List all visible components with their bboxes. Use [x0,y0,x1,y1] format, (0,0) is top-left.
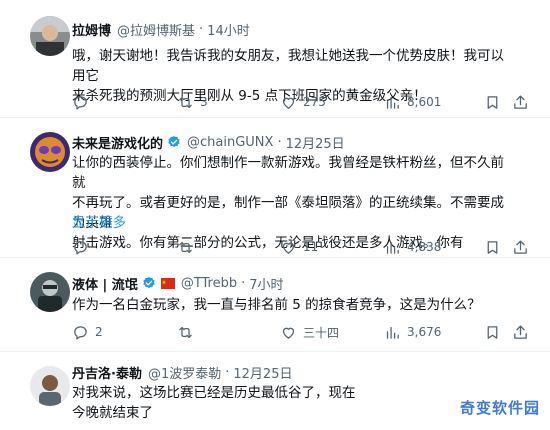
share-button[interactable] [512,322,529,342]
reply-count: 2 [95,325,103,339]
bookmark-icon [487,95,498,109]
post-text-line: 哦，谢天谢地！我告诉我的女朋友，我想让她送我一个优势皮肤！我可以用它 [72,48,504,84]
share-icon [514,94,527,109]
post-header: 液体 | 流氓 @TTrebb · 7小时 [72,273,284,293]
heart-icon [282,327,295,339]
reply-button[interactable]: 2 [72,322,103,342]
show-more-link[interactable]: 显示更多 [72,213,126,233]
repost-button[interactable] [177,237,200,257]
author-name[interactable]: 拉姆博 [72,20,111,39]
bookmark-icon [487,325,498,339]
post-text-line: 作为一名白金玩家，我一直与排名前 5 的掠食者竞争，这是为什么？ [72,297,481,313]
views-chart-icon [386,326,399,339]
reply-icon [74,95,87,110]
post-time[interactable]: 12月25日 [233,363,292,382]
avatar[interactable] [30,272,70,312]
reply-icon [74,325,87,340]
post-time[interactable]: 7小时 [249,274,283,293]
repost-button[interactable] [177,322,200,342]
share-icon [514,239,527,254]
avatar[interactable] [30,366,70,406]
share-icon [514,324,527,339]
like-button[interactable]: 三十四 [280,322,339,342]
action-bar: 2 三十四 3,676 [72,322,527,342]
share-button[interactable] [512,237,529,257]
post-text: 作为一名白金玩家，我一直与排名前 5 的掠食者竞争，这是为什么？ [72,295,512,315]
author-handle[interactable]: @chainGUNX [187,135,273,150]
author-name[interactable]: 丹吉洛·泰勒 [72,363,142,382]
post-header: 丹吉洛·泰勒 @1波罗泰勒 · 12月25日 [72,362,292,382]
like-count: 三十四 [303,325,340,340]
avatar[interactable] [30,132,70,172]
view-count: 3,676 [407,325,442,339]
post-header: 未来是游戏化的 @chainGUNX · 12月25日 [72,132,345,152]
reply-button[interactable] [72,92,95,112]
post-time[interactable]: 12月25日 [286,133,345,152]
author-handle[interactable]: @TTrebb [181,276,237,291]
share-button[interactable] [512,92,529,112]
like-count: 275 [303,95,326,109]
like-count: 11 [303,240,319,254]
avatar[interactable] [30,16,70,56]
author-name[interactable]: 未来是游戏化的 [72,133,163,152]
heart-icon [282,242,295,254]
bookmark-icon [487,240,498,254]
flag-icon [160,277,175,289]
tweet-feed: 拉姆博 @拉姆博斯基 · 14小时 哦，谢天谢地！我告诉我的女朋友，我想让她送我… [0,0,550,430]
repost-icon [179,96,192,108]
views-chart-icon [386,241,399,254]
tweet-post[interactable]: 液体 | 流氓 @TTrebb · 7小时 作为一名白金玩家，我一直与排名前 5… [0,258,550,352]
post-text-line: 不再玩了。或者更好的是，制作一部《泰坦陨落》的正统续集。不需要成为英雄 [72,195,504,231]
like-button[interactable]: 11 [280,237,318,257]
view-count: 8,601 [407,95,442,109]
bookmark-button[interactable] [484,322,501,342]
repost-icon [179,326,192,338]
bookmark-button[interactable] [484,237,501,257]
post-text-line: 让你的西装停止。你们想制作一款新游戏。我曾经是铁杆粉丝，但不久前就 [72,155,504,191]
separator-dot: · [225,364,230,380]
action-bar: 11 4,838 [72,237,527,257]
views-button[interactable]: 8,601 [384,92,441,112]
post-header: 拉姆博 @拉姆博斯基 · 14小时 [72,19,250,39]
heart-icon [282,97,295,109]
reply-icon [74,240,87,255]
separator-dot: · [199,21,204,37]
post-time[interactable]: 14小时 [207,20,250,39]
watermark-text: 奇变软件园 [459,398,540,417]
views-chart-icon [386,96,399,109]
action-bar: 3 275 8,601 [72,92,527,112]
tweet-post[interactable]: 拉姆博 @拉姆博斯基 · 14小时 哦，谢天谢地！我告诉我的女朋友，我想让她送我… [0,0,550,118]
views-button[interactable]: 4,838 [384,237,441,257]
separator-dot: · [241,275,246,291]
tweet-post[interactable]: 未来是游戏化的 @chainGUNX · 12月25日 让你的西装停止。你们想制… [0,118,550,258]
author-handle[interactable]: @拉姆博斯基 [117,20,195,39]
view-count: 4,838 [407,240,442,254]
author-name[interactable]: 液体 | 流氓 [72,274,138,293]
verified-badge-icon [168,135,180,148]
views-button[interactable]: 3,676 [384,322,441,342]
reply-button[interactable] [72,237,95,257]
repost-icon [179,241,192,253]
bookmark-button[interactable] [484,92,501,112]
like-button[interactable]: 275 [280,92,326,112]
author-handle[interactable]: @1波罗泰勒 [148,363,221,382]
repost-count: 3 [200,95,208,109]
repost-button[interactable]: 3 [177,92,208,112]
separator-dot: · [277,134,282,150]
watermark: 奇变软件园 [398,390,548,424]
verified-badge-icon [143,276,155,289]
